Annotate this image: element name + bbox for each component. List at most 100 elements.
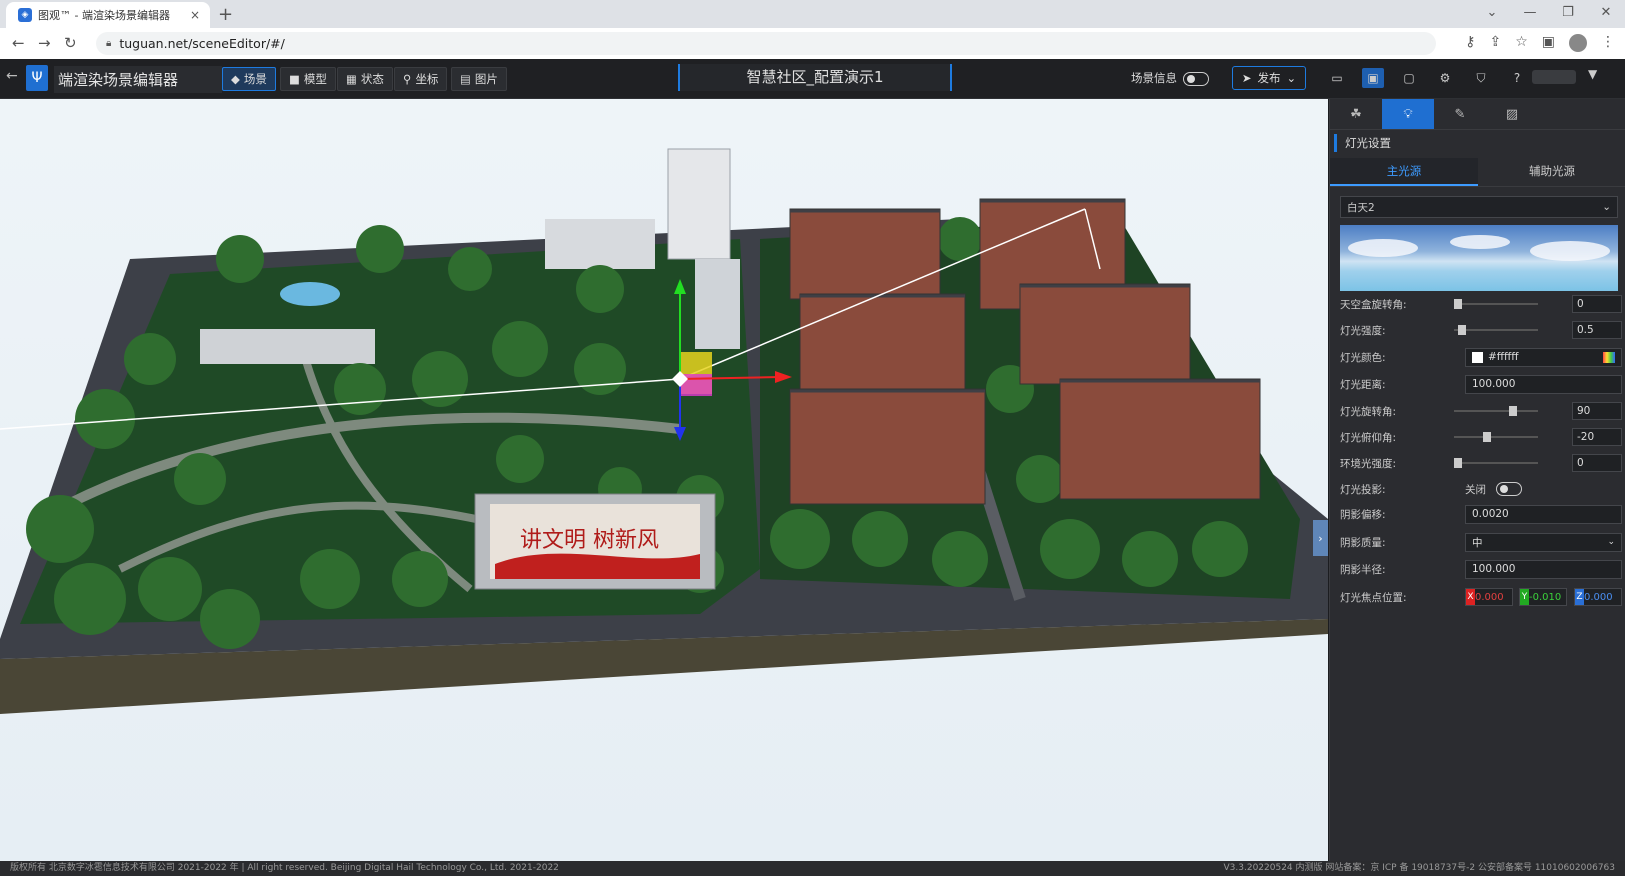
tab-main-light[interactable]: 主光源 (1330, 158, 1478, 186)
scene-info-toggle[interactable]: 场景信息 (1131, 70, 1209, 86)
ambient-input[interactable]: 0 (1572, 454, 1622, 472)
rotation-slider[interactable] (1454, 406, 1538, 416)
user-menu-chevron-icon[interactable]: ▼ (1588, 67, 1597, 81)
ambient-slider[interactable] (1454, 458, 1538, 468)
park-building (545, 219, 655, 269)
color-input[interactable]: #ffffff (1465, 347, 1622, 367)
scene-viewport[interactable]: 讲文明 树新风 › (0, 99, 1328, 861)
bookmark-star-icon[interactable]: ☆ (1515, 34, 1528, 52)
focus-z-input[interactable]: Z 0.000 (1574, 588, 1622, 606)
sky-rotation-input[interactable]: 0 (1572, 295, 1622, 313)
row-intensity: 灯光强度: 0.5 (1340, 319, 1624, 341)
shadow-quality-select[interactable]: 中 ⌄ (1465, 532, 1622, 552)
property-panel: ☘ 💡︎ ✎ ▨ 灯光设置 主光源 辅助光源 白天2 ⌄ 天空盒旋转角: 0 灯… (1329, 99, 1625, 861)
rotation-input[interactable]: 90 (1572, 402, 1622, 420)
editor-back-icon[interactable]: ← (6, 68, 18, 84)
cloud (1348, 239, 1418, 257)
user-name[interactable] (1532, 70, 1576, 84)
slider-knob[interactable] (1482, 432, 1491, 442)
light-icon[interactable]: 💡︎ (1382, 99, 1434, 129)
key-icon[interactable]: ⚷ (1465, 34, 1475, 52)
preview-icon[interactable]: ▢ (1398, 68, 1420, 88)
slider-knob[interactable] (1454, 299, 1462, 309)
profile-avatar[interactable] (1569, 34, 1587, 52)
row-color: 灯光颜色: #ffffff (1340, 346, 1624, 368)
close-tab-icon[interactable]: × (186, 8, 204, 22)
preset-value: 白天2 (1347, 201, 1375, 214)
row-label: 灯光颜色: (1340, 351, 1386, 364)
new-tab-button[interactable]: + (218, 4, 233, 25)
restore-icon[interactable]: ❐ (1549, 0, 1587, 28)
intensity-input[interactable]: 0.5 (1572, 321, 1622, 339)
copyright-text: 版权所有 北京数字冰雹信息技术有限公司 2021-2022 年 | All ri… (10, 863, 559, 873)
expand-panel-icon[interactable]: › (1313, 520, 1328, 556)
toggle-switch[interactable] (1183, 71, 1209, 86)
back-icon[interactable]: ← (12, 34, 25, 52)
distance-input[interactable]: 100.000 (1465, 374, 1622, 394)
menu-label: 坐标 (415, 72, 439, 86)
chevron-down-icon: ⌄ (1286, 71, 1297, 85)
pitch-slider[interactable] (1454, 432, 1538, 442)
image-icon: ▤ (460, 72, 471, 86)
row-shadow-quality: 阴影质量: 中 ⌄ (1340, 531, 1624, 553)
tool-icon[interactable]: ✎ (1434, 99, 1486, 129)
color-value: #ffffff (1488, 351, 1519, 363)
slider-knob[interactable] (1454, 458, 1462, 468)
tower-building (667, 148, 731, 260)
forward-icon[interactable]: → (38, 34, 51, 52)
color-picker-icon[interactable] (1603, 351, 1615, 363)
row-label: 灯光俯仰角: (1340, 431, 1397, 444)
scene-name[interactable]: 智慧社区_配置演示1 (678, 64, 952, 91)
menu-model-button[interactable]: ■ 模型 (280, 67, 336, 91)
close-window-icon[interactable]: ✕ (1587, 0, 1625, 28)
focus-x-input[interactable]: X 0.000 (1465, 588, 1513, 606)
render-icon[interactable]: ☘ (1330, 99, 1382, 129)
save-as-icon[interactable]: ▭ (1326, 68, 1348, 88)
help-icon[interactable]: ? (1506, 68, 1528, 88)
sky-rotation-slider[interactable] (1454, 299, 1538, 309)
scene-render[interactable]: 讲文明 树新风 (0, 99, 1328, 861)
window-controls: ⌄ — ❐ ✕ (1473, 0, 1625, 28)
panel-tabs: ☘ 💡︎ ✎ ▨ (1330, 99, 1625, 130)
menu-state-button[interactable]: ▦ 状态 (337, 67, 393, 91)
browser-menu-icon[interactable]: ⋮ (1601, 34, 1615, 52)
focus-y-value: -0.010 (1529, 591, 1562, 603)
reload-icon[interactable]: ↻ (64, 34, 77, 52)
menu-label: 场景 (243, 72, 267, 86)
sky-preset-select[interactable]: 白天2 ⌄ (1340, 196, 1618, 218)
share-icon[interactable]: ⇪ (1489, 34, 1501, 52)
y-axis-label: Y (1520, 589, 1529, 605)
slider-knob[interactable] (1508, 406, 1517, 416)
pitch-input[interactable]: -20 (1572, 428, 1622, 446)
minimize-icon[interactable]: — (1511, 0, 1549, 28)
menu-scene-button[interactable]: ◆ 场景 (222, 67, 276, 91)
apartment-block (1059, 378, 1261, 500)
shield-icon[interactable]: ⛉ (1470, 68, 1492, 88)
apartment-block (1019, 283, 1191, 385)
footer: 版权所有 北京数字冰雹信息技术有限公司 2021-2022 年 | All ri… (0, 861, 1625, 876)
menu-label: 图片 (474, 72, 498, 86)
focus-y-input[interactable]: Y -0.010 (1519, 588, 1567, 606)
row-label: 阴影偏移: (1340, 508, 1386, 521)
side-panel-icon[interactable]: ▣ (1542, 34, 1555, 52)
shadow-offset-input[interactable]: 0.0020 (1465, 504, 1622, 524)
chevron-down-icon: ⌄ (1602, 201, 1611, 213)
image-icon[interactable]: ▨ (1486, 99, 1538, 129)
layers-icon: ◆ (231, 72, 240, 86)
apartment-block (789, 208, 941, 300)
scene-info-label: 场景信息 (1131, 71, 1177, 85)
browser-tab[interactable]: ◈ 图观™ - 端渲染场景编辑器 × (6, 2, 210, 28)
save-icon[interactable]: ▣ (1362, 68, 1384, 88)
shadow-radius-input[interactable]: 100.000 (1465, 559, 1622, 579)
intensity-slider[interactable] (1454, 325, 1538, 335)
tab-search-icon[interactable]: ⌄ (1473, 0, 1511, 28)
toolbar-icons: ▭ ▣ ▢ ⚙ ⛉ ? (1326, 68, 1528, 88)
menu-coordinate-button[interactable]: ⚲ 坐标 (394, 67, 448, 91)
shadow-toggle[interactable] (1496, 482, 1522, 496)
menu-image-button[interactable]: ▤ 图片 (451, 67, 507, 91)
url-field[interactable]: 🔒︎ tuguan.net/sceneEditor/#/ (96, 32, 1436, 55)
settings-icon[interactable]: ⚙ (1434, 68, 1456, 88)
tab-aux-light[interactable]: 辅助光源 (1478, 158, 1625, 186)
slider-knob[interactable] (1457, 325, 1466, 335)
publish-button[interactable]: ➤ 发布 ⌄ (1232, 66, 1306, 90)
